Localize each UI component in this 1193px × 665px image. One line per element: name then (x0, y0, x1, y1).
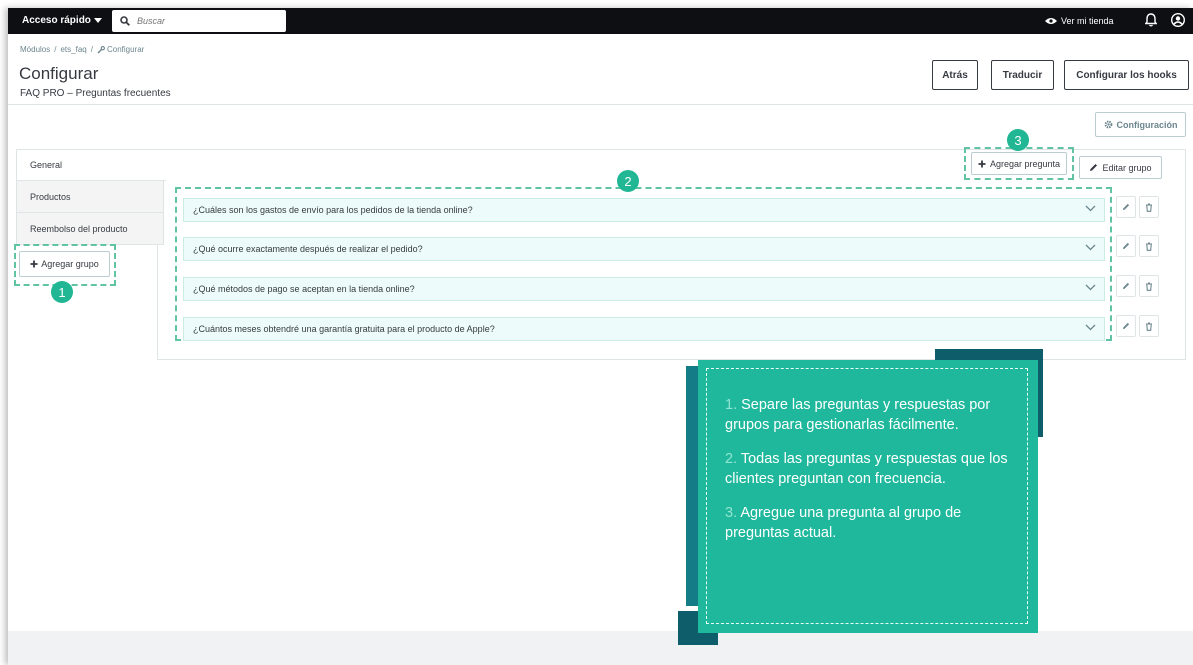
quick-access-menu[interactable]: Acceso rápido (22, 15, 102, 26)
app-window: Acceso rápido Ver mi tienda Módulos / et… (8, 8, 1193, 665)
configure-hooks-button[interactable]: Configurar los hooks (1064, 60, 1189, 90)
question-text: ¿Qué métodos de pago se aceptan en la ti… (193, 284, 415, 294)
configuration-label: Configuración (1116, 119, 1178, 130)
note-number: 1. (725, 397, 738, 413)
view-store-link[interactable]: Ver mi tienda (1045, 16, 1114, 26)
page-subtitle: FAQ PRO – Preguntas frecuentes (20, 88, 171, 99)
edit-group-button[interactable]: Editar grupo (1079, 156, 1162, 179)
add-group-label: Agregar grupo (41, 259, 99, 269)
question-actions (1116, 235, 1162, 259)
breadcrumb-modules[interactable]: Módulos (20, 45, 50, 54)
callout-note-2: 2. Todas las preguntas y respuestas que … (725, 449, 1009, 489)
tab-group-general[interactable]: General (16, 149, 166, 181)
gear-icon (1104, 120, 1112, 129)
callout-note-3: 3. Agregue una pregunta al grupo de preg… (725, 503, 1009, 543)
note-text: Separe las preguntas y respuestas por gr… (725, 397, 991, 433)
caret-down-icon (93, 17, 102, 23)
page-title: Configurar (19, 64, 99, 83)
back-button[interactable]: Atrás (932, 60, 978, 90)
footer-band (8, 631, 1193, 665)
translate-button[interactable]: Traducir (991, 60, 1054, 90)
callout-content: 1. Separe las preguntas y respuestas por… (706, 368, 1028, 624)
callout-note-1: 1. Separe las preguntas y respuestas por… (725, 395, 1009, 435)
view-store-label: Ver mi tienda (1061, 16, 1114, 26)
step-badge-1: 1 (51, 281, 73, 303)
user-account-icon[interactable] (1170, 12, 1186, 32)
callout-shadow (686, 366, 698, 606)
note-text: Todas las preguntas y respuestas que los… (725, 451, 1008, 487)
search-input[interactable] (137, 16, 267, 26)
step-badge-2: 2 (617, 170, 639, 192)
edit-group-label: Editar grupo (1102, 162, 1152, 173)
note-number: 2. (725, 451, 738, 467)
edit-question-pencil-icon[interactable] (1116, 235, 1136, 257)
breadcrumb-separator: / (90, 45, 93, 54)
top-bar: Acceso rápido Ver mi tienda (8, 8, 1193, 34)
add-group-highlight: Agregar grupo (14, 244, 116, 286)
question-text: ¿Cuántos meses obtendré una garantía gra… (193, 324, 495, 334)
chevron-down-icon[interactable] (1085, 284, 1096, 291)
add-question-highlight: Agregar pregunta (964, 147, 1074, 180)
question-actions (1116, 275, 1162, 299)
question-text: ¿Qué ocurre exactamente después de reali… (193, 244, 423, 254)
breadcrumb-current: Configurar (97, 45, 144, 54)
edit-question-pencil-icon[interactable] (1116, 315, 1136, 337)
breadcrumb-module[interactable]: ets_faq (60, 45, 86, 54)
breadcrumb-configure: Configurar (106, 45, 145, 54)
group-tabs: General Productos Reembolso del producto (16, 149, 166, 245)
configuration-button[interactable]: Configuración (1095, 112, 1186, 137)
header-divider (8, 104, 1193, 105)
chevron-down-icon[interactable] (1085, 205, 1096, 212)
add-question-button[interactable]: Agregar pregunta (971, 152, 1067, 175)
note-number: 3. (725, 505, 738, 521)
search-box[interactable] (112, 10, 286, 32)
breadcrumb-separator: / (54, 45, 57, 54)
delete-question-trash-icon[interactable] (1139, 235, 1159, 257)
edit-question-pencil-icon[interactable] (1116, 275, 1136, 297)
pencil-icon (1090, 164, 1098, 171)
delete-question-trash-icon[interactable] (1139, 275, 1159, 297)
add-question-label: Agregar pregunta (989, 158, 1061, 169)
plus-icon (30, 260, 38, 268)
info-callout: 1. Separe las preguntas y respuestas por… (698, 360, 1038, 633)
eye-icon (1045, 18, 1057, 24)
tab-group-products[interactable]: Productos (16, 181, 164, 213)
step-badge-3: 3 (1007, 129, 1029, 151)
question-actions (1116, 196, 1162, 220)
breadcrumb: Módulos / ets_faq / Configurar (20, 45, 144, 54)
delete-question-trash-icon[interactable] (1139, 196, 1159, 218)
wrench-icon (97, 45, 105, 53)
note-text: Agregue una pregunta al grupo de pregunt… (725, 505, 962, 541)
question-item[interactable]: ¿Cuáles son los gastos de envío para los… (183, 198, 1105, 222)
questions-highlight: ¿Cuáles son los gastos de envío para los… (175, 187, 1112, 341)
plus-icon (978, 160, 986, 167)
question-item[interactable]: ¿Cuántos meses obtendré una garantía gra… (183, 317, 1105, 341)
chevron-down-icon[interactable] (1085, 324, 1096, 331)
chevron-down-icon[interactable] (1085, 244, 1096, 251)
question-text: ¿Cuáles son los gastos de envío para los… (193, 205, 473, 215)
delete-question-trash-icon[interactable] (1139, 315, 1159, 337)
tab-group-refund[interactable]: Reembolso del producto (16, 213, 164, 245)
add-group-button[interactable]: Agregar grupo (19, 251, 110, 277)
question-item[interactable]: ¿Qué ocurre exactamente después de reali… (183, 237, 1105, 261)
search-icon (120, 16, 130, 26)
question-item[interactable]: ¿Qué métodos de pago se aceptan en la ti… (183, 277, 1105, 301)
notifications-bell-icon[interactable] (1144, 13, 1158, 32)
question-actions (1116, 315, 1162, 339)
edit-question-pencil-icon[interactable] (1116, 196, 1136, 218)
quick-access-label: Acceso rápido (22, 15, 91, 26)
